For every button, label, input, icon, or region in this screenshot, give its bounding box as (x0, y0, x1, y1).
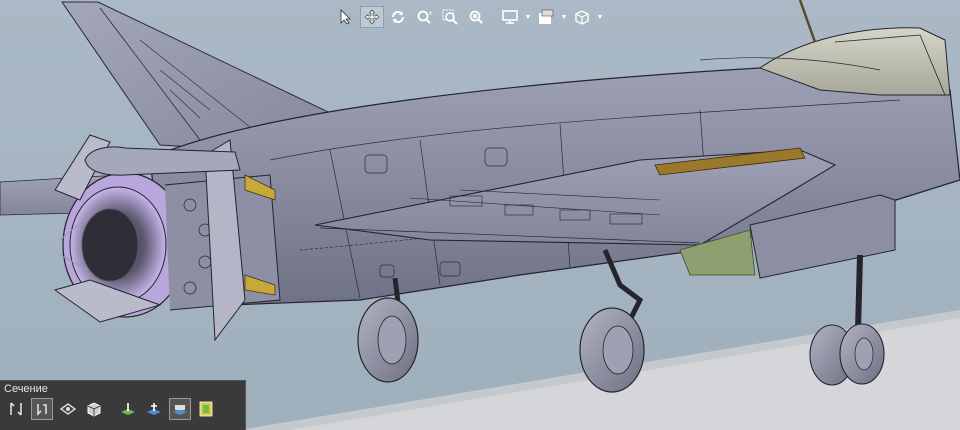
section-settings-icon[interactable] (195, 398, 217, 420)
drop-tank (84, 146, 241, 176)
view-orientation-dropdown-icon[interactable]: ▼ (596, 6, 604, 28)
svg-text:±: ± (428, 10, 432, 17)
section-panel: Сечение (0, 380, 246, 430)
3d-viewport[interactable]: ± ▼ ▼ ▼ Сечение (0, 0, 960, 430)
rotate-icon[interactable] (386, 6, 410, 28)
section-panel-toolbar (5, 398, 217, 420)
display-mode-icon[interactable] (498, 6, 522, 28)
display-mode-dropdown-icon[interactable]: ▼ (524, 6, 532, 28)
section-tool-1-icon[interactable] (5, 398, 27, 420)
zoom-fit-icon[interactable] (464, 6, 488, 28)
nose-landing-gear (809, 254, 885, 386)
view-toolbar: ± ▼ ▼ ▼ (334, 5, 604, 29)
appearance-icon[interactable] (534, 6, 558, 28)
antenna (798, 0, 817, 43)
appearance-dropdown-icon[interactable]: ▼ (560, 6, 568, 28)
zoom-window-icon[interactable] (438, 6, 462, 28)
pan-move-icon[interactable] (360, 6, 384, 28)
section-box-icon[interactable] (83, 398, 105, 420)
section-plane-3-icon[interactable] (169, 398, 191, 420)
section-panel-title: Сечение (4, 383, 48, 395)
select-arrow-icon[interactable] (334, 6, 358, 28)
zoom-icon[interactable]: ± (412, 6, 436, 28)
main-landing-gear-front (579, 249, 645, 393)
section-tool-2-icon[interactable] (31, 398, 53, 420)
aircraft-3d-model[interactable] (0, 0, 960, 430)
section-plane-1-icon[interactable] (117, 398, 139, 420)
section-plane-2-icon[interactable] (143, 398, 165, 420)
view-orientation-cube-icon[interactable] (570, 6, 594, 28)
section-tool-3-icon[interactable] (57, 398, 79, 420)
